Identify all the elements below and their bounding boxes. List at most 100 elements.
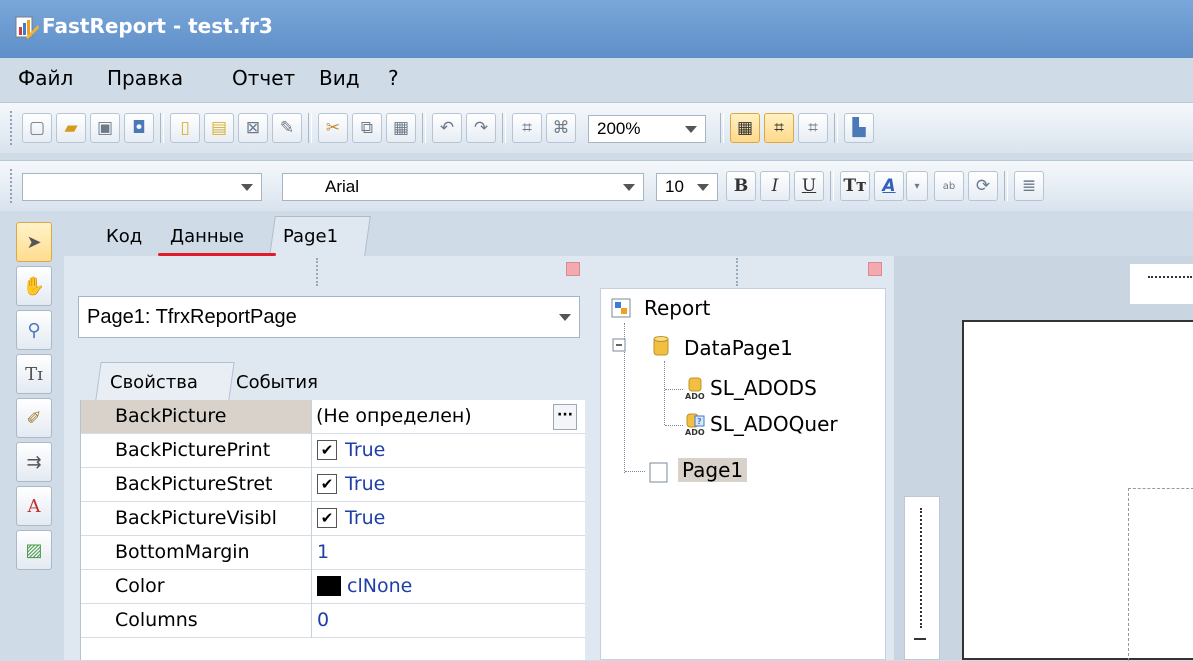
undo-icon[interactable]: ↶ — [432, 113, 462, 143]
menu-file[interactable]: Файл — [18, 66, 73, 90]
property-row[interactable]: BackPicturePrint ✔ True — [81, 434, 585, 468]
close-icon[interactable] — [566, 262, 580, 276]
database-icon — [653, 336, 669, 356]
new-dialog-icon[interactable]: ▤ — [204, 113, 234, 143]
svg-text:?: ? — [697, 417, 702, 426]
property-value[interactable]: 0 — [317, 604, 329, 637]
object-select-value: Page1: TfrxReportPage — [87, 306, 297, 328]
fit-to-grid-icon[interactable]: ⌗ — [798, 113, 828, 143]
tree-node-report[interactable]: Report — [644, 296, 710, 320]
collapse-icon[interactable] — [612, 338, 626, 352]
menu-help[interactable]: ? — [388, 66, 399, 90]
toolbar-grip[interactable] — [10, 169, 15, 203]
tree-node-page1[interactable]: Page1 — [678, 458, 748, 482]
property-value[interactable]: (Не определен) — [312, 400, 585, 433]
text-edit-tool-icon[interactable]: Tɪ — [16, 354, 52, 394]
redo-icon[interactable]: ↷ — [466, 113, 496, 143]
align-to-grid-icon[interactable]: ⌗ — [764, 113, 794, 143]
property-row[interactable]: Columns 0 — [81, 604, 585, 638]
format-painter-icon[interactable]: ✐ — [16, 398, 52, 438]
copy-icon[interactable]: ⧉ — [352, 113, 382, 143]
underline-button[interactable]: U — [794, 171, 824, 201]
group-icon[interactable]: ⌗ — [512, 113, 542, 143]
property-row[interactable]: BackPicture (Не определен) ··· — [81, 400, 585, 434]
zoom-select[interactable]: 200% — [588, 115, 706, 143]
tab-page1[interactable]: Page1 — [283, 226, 338, 247]
checkbox-checked-icon[interactable]: ✔ — [317, 474, 337, 494]
vertical-ruler — [904, 496, 940, 660]
property-row[interactable]: BackPictureStret ✔ True — [81, 468, 585, 502]
menu-edit[interactable]: Правка — [107, 66, 183, 90]
svg-text:ADO: ADO — [685, 392, 705, 400]
property-name: BackPictureStret — [115, 473, 273, 495]
picture-tool-icon[interactable]: ▨ — [16, 530, 52, 570]
new-page-icon[interactable]: ▯ — [170, 113, 200, 143]
menu-view[interactable]: Вид — [319, 66, 360, 90]
close-icon[interactable] — [868, 262, 882, 276]
property-name: BackPicturePrint — [115, 439, 271, 461]
highlight-icon[interactable]: ab — [934, 171, 964, 201]
paste-icon[interactable]: ▦ — [386, 113, 416, 143]
zoom-value: 200% — [597, 119, 641, 138]
font-size-select[interactable]: 10 — [656, 173, 718, 201]
tree-node-sl-adoquery[interactable]: SL_ADOQuer — [710, 412, 838, 436]
font-color-dropdown-icon[interactable]: ▾ — [906, 171, 928, 201]
page-icon — [649, 462, 668, 483]
align-left-icon[interactable]: ▙ — [844, 113, 874, 143]
cut-icon[interactable]: ✂ — [318, 113, 348, 143]
delete-page-icon[interactable]: ⊠ — [238, 113, 268, 143]
font-name-value: Arial — [325, 177, 360, 196]
bold-button[interactable]: B — [726, 171, 756, 201]
chevron-down-icon — [685, 126, 697, 133]
chevron-down-icon — [559, 314, 571, 321]
new-report-icon[interactable]: ▢ — [22, 113, 52, 143]
band-tool-icon[interactable]: ⇉ — [16, 442, 52, 482]
checkbox-checked-icon[interactable]: ✔ — [317, 508, 337, 528]
property-value: True — [345, 439, 386, 461]
toolbar-grip[interactable] — [10, 111, 15, 145]
tab-properties[interactable]: Свойства — [110, 372, 198, 393]
italic-button[interactable]: I — [760, 171, 790, 201]
property-name: Color — [115, 575, 165, 597]
checkbox-checked-icon[interactable]: ✔ — [317, 440, 337, 460]
fastreport-app-icon — [15, 16, 39, 39]
style-select[interactable] — [22, 173, 262, 201]
page-settings-icon[interactable]: ✎ — [272, 113, 302, 143]
property-value[interactable]: 1 — [317, 536, 329, 569]
font-settings-icon[interactable]: Tт — [840, 171, 870, 201]
tab-code[interactable]: Код — [106, 226, 142, 247]
menu-report[interactable]: Отчет — [232, 66, 295, 90]
property-row[interactable]: BackPictureVisibl ✔ True — [81, 502, 585, 536]
select-tool-icon[interactable]: ➤ — [16, 222, 52, 262]
hand-tool-icon[interactable]: ✋ — [16, 266, 52, 306]
tree-node-sl-adods[interactable]: SL_ADODS — [710, 376, 817, 400]
save-icon[interactable]: ▣ — [90, 113, 120, 143]
font-name-select[interactable]: Arial — [282, 173, 644, 201]
text-align-icon[interactable]: ≣ — [1014, 171, 1044, 201]
property-name: BackPicture — [115, 405, 227, 427]
chevron-down-icon — [241, 184, 253, 191]
property-row[interactable]: Color clNone — [81, 570, 585, 604]
property-name: BottomMargin — [115, 541, 250, 563]
color-swatch — [317, 576, 341, 596]
page-margin-area — [1128, 488, 1193, 661]
standard-toolbar: ▢ ▰ ▣ ◘ ▯ ▤ ⊠ ✎ ✂ ⧉ ▦ ↶ ↷ ⌗ ⌘ 200% ▦ ⌗ ⌗… — [0, 102, 1193, 153]
tab-data[interactable]: Данные — [170, 226, 244, 247]
ungroup-icon[interactable]: ⌘ — [546, 113, 576, 143]
tab-events[interactable]: События — [236, 372, 318, 393]
zoom-tool-icon[interactable]: ⚲ — [16, 310, 52, 350]
font-color-icon[interactable]: A — [874, 171, 904, 201]
property-value[interactable]: clNone — [347, 570, 412, 603]
report-icon — [611, 298, 631, 318]
property-row[interactable]: BottomMargin 1 — [81, 536, 585, 570]
rotation-icon[interactable]: ⟳ — [968, 171, 998, 201]
text-object-tool[interactable]: A — [16, 486, 52, 526]
preview-icon[interactable]: ◘ — [124, 113, 154, 143]
property-grid: BackPicture (Не определен) ··· BackPictu… — [80, 400, 585, 660]
ellipsis-button[interactable]: ··· — [553, 404, 577, 430]
open-icon[interactable]: ▰ — [56, 113, 86, 143]
ado-dataset-icon: ADO — [685, 377, 705, 400]
tree-node-datapage[interactable]: DataPage1 — [684, 336, 793, 360]
object-select[interactable]: Page1: TfrxReportPage — [78, 296, 580, 338]
show-grid-icon[interactable]: ▦ — [730, 113, 760, 143]
